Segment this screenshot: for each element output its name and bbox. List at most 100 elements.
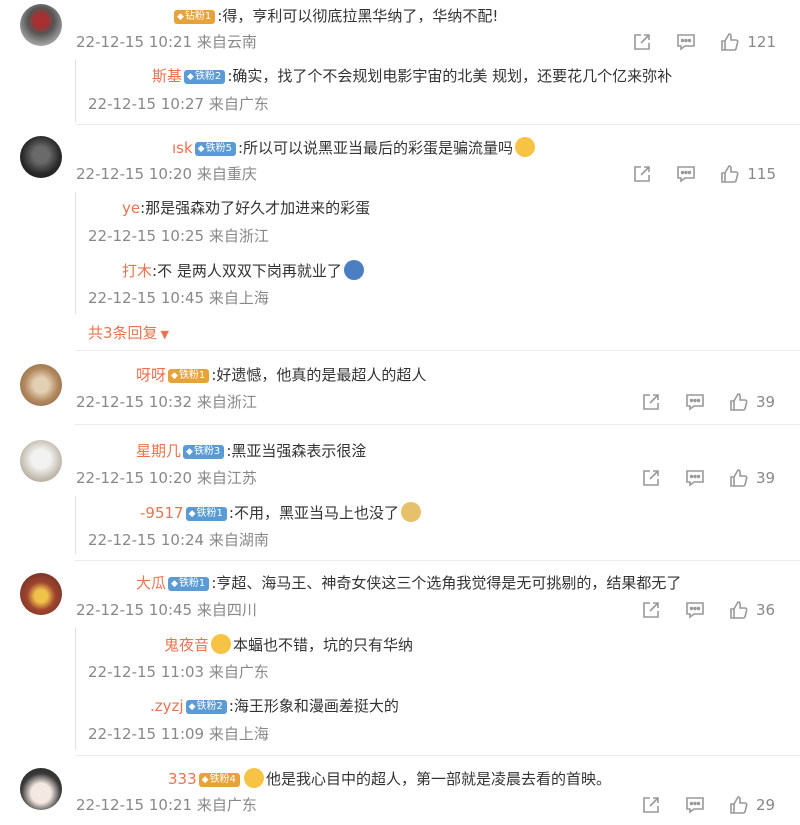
like-count: 115 [747, 165, 776, 183]
comment-author[interactable]: 大瓜 [136, 574, 166, 592]
reply-thread: -9517 ◆铁粉1:不用，黑亚当马上也没了 22-12-15 10:24 来自湖… [75, 496, 800, 554]
reply-meta: 22-12-15 10:27 来自广东 [88, 95, 269, 113]
reply-author[interactable]: 鬼夜音 [164, 636, 209, 654]
reply-text: :海王形象和漫画差挺大的 [228, 697, 399, 715]
fan-badge[interactable]: ◆铁粉1 [168, 369, 210, 383]
reply: .zyzj ◆铁粉2:海王形象和漫画差挺大的 [150, 696, 399, 716]
reply-meta: 22-12-15 10:45 来自上海 [88, 289, 269, 307]
comment-icon[interactable] [684, 599, 706, 621]
diamond-icon: ◆ [171, 371, 178, 381]
comment-meta: 22-12-15 10:20 来自重庆 [76, 165, 257, 183]
comment-text: 他是我心目中的超人，第一部就是凌晨去看的首映。 [265, 770, 611, 788]
share-icon[interactable] [640, 599, 662, 621]
reply-text: 本蝠也不错，坑的只有华纳 [233, 636, 414, 654]
fan-badge[interactable]: ◆铁粉1 [168, 577, 210, 591]
comment-meta: 22-12-15 10:21 来自云南 [76, 33, 257, 51]
fan-badge[interactable]: ◆铁粉3 [183, 445, 225, 459]
reply-text: :那是强森劝了好久才加进来的彩蛋 [140, 199, 371, 217]
diamond-icon: ◆ [187, 72, 194, 82]
like-count: 36 [756, 601, 776, 619]
reply: -9517 ◆铁粉1:不用，黑亚当马上也没了 [140, 502, 421, 523]
reply-author[interactable]: -9517 [140, 504, 184, 522]
comment-author[interactable]: 星期几 [136, 442, 181, 460]
reply: 打木:不 是两人双双下岗再就业了 [122, 260, 364, 281]
reply-meta: 22-12-15 11:03 来自广东 [88, 663, 269, 681]
comment-icon[interactable] [684, 467, 706, 489]
like-icon[interactable] [728, 391, 750, 413]
reply-thread: 斯基 ◆铁粉2:确实，找了个不会规划电影宇宙的北美 规划，还要花几个亿来弥补 22… [75, 60, 800, 122]
diamond-icon: ◆ [197, 144, 205, 154]
reply-thread: ye:那是强森劝了好久才加进来的彩蛋 22-12-15 10:25 来自浙江 打… [75, 192, 800, 314]
reply-text: :确实，找了个不会规划电影宇宙的北美 规划，还要花几个亿来弥补 [227, 67, 673, 85]
fan-badge[interactable]: ◆钻粉1 [174, 10, 216, 24]
comment-meta: 22-12-15 10:45 来自四川 [76, 601, 257, 619]
dog-face-emoji-icon [400, 502, 421, 522]
comment-meta: 22-12-15 10:21 来自广东 [76, 796, 257, 814]
fan-badge[interactable]: ◆铁粉2 [184, 70, 226, 84]
emoji-icon [343, 260, 364, 280]
avatar[interactable] [20, 573, 62, 615]
comment-author[interactable]: 333 [168, 770, 197, 788]
reply-author[interactable]: ye [122, 199, 140, 217]
comment-icon[interactable] [684, 391, 706, 413]
reply: 斯基 ◆铁粉2:确实，找了个不会规划电影宇宙的北美 规划，还要花几个亿来弥补 [152, 66, 672, 86]
comment-icon[interactable] [675, 31, 697, 53]
like-icon[interactable] [728, 794, 750, 816]
fan-badge[interactable]: ◆铁粉4 [198, 773, 240, 787]
like-icon[interactable] [728, 599, 750, 621]
comment-meta: 22-12-15 10:20 来自江苏 [76, 469, 257, 487]
fan-badge[interactable]: ◆铁粉1 [185, 507, 227, 521]
reply-author[interactable]: 斯基 [152, 67, 182, 85]
reply-thread: 鬼夜音 本蝠也不错，坑的只有华纳 22-12-15 11:03 来自广东 .zyz… [75, 628, 800, 750]
avatar[interactable] [20, 136, 62, 178]
like-icon[interactable] [719, 163, 741, 185]
reply-text: :不用，黑亚当马上也没了 [228, 504, 399, 522]
divider [75, 350, 800, 351]
avatar[interactable] [20, 768, 62, 810]
comment-author[interactable]: ısk [172, 139, 193, 157]
comment-author[interactable]: 呀呀 [136, 366, 166, 384]
reply-author[interactable]: .zyzj [150, 697, 184, 715]
comment-text: :亨超、海马王、神奇女侠这三个选角我觉得是无可挑剔的，结果都无了 [211, 574, 682, 592]
like-icon[interactable] [719, 31, 741, 53]
avatar[interactable] [20, 4, 62, 46]
divider [75, 124, 800, 125]
smile-emoji-icon [211, 634, 232, 654]
smile-emoji-icon [243, 768, 264, 788]
comment-icon[interactable] [675, 163, 697, 185]
reply-text: :不 是两人双双下岗再就业了 [152, 262, 342, 280]
diamond-icon: ◆ [188, 702, 196, 712]
fan-badge[interactable]: ◆铁粉2 [185, 700, 227, 714]
like-count: 121 [747, 33, 776, 51]
avatar[interactable] [20, 364, 62, 406]
like-count: 39 [756, 469, 776, 487]
reply: 鬼夜音 本蝠也不错，坑的只有华纳 [164, 634, 413, 655]
reply-meta: 22-12-15 10:25 来自浙江 [88, 227, 269, 245]
caret-down-icon: ▼ [160, 328, 170, 341]
view-more-replies-link[interactable]: 共3条回复 ▼ [88, 323, 169, 345]
fan-badge[interactable]: ◆铁粉5 [194, 142, 236, 156]
avatar[interactable] [20, 440, 62, 482]
comment-icon[interactable] [684, 794, 706, 816]
share-icon[interactable] [640, 794, 662, 816]
share-icon[interactable] [640, 391, 662, 413]
diamond-icon: ◆ [171, 579, 178, 589]
share-icon[interactable] [631, 163, 653, 185]
share-icon[interactable] [640, 467, 662, 489]
diamond-icon: ◆ [188, 509, 196, 519]
divider [75, 424, 800, 425]
reply-meta: 22-12-15 11:09 来自上海 [88, 725, 269, 743]
comment-text: :黑亚当强森表示很淦 [226, 442, 367, 460]
comment-text: :好遗憾，他真的是最超人的超人 [211, 366, 427, 384]
diamond-icon: ◆ [201, 775, 209, 785]
reply: ye:那是强森劝了好久才加进来的彩蛋 [122, 198, 370, 218]
like-icon[interactable] [728, 467, 750, 489]
comment-meta: 22-12-15 10:32 来自浙江 [76, 393, 257, 411]
like-count: 29 [756, 796, 776, 814]
diamond-icon: ◆ [177, 12, 184, 22]
reply-author[interactable]: 打木 [122, 262, 152, 280]
shy-face-emoji-icon [515, 137, 536, 157]
divider [75, 755, 800, 756]
share-icon[interactable] [631, 31, 653, 53]
like-count: 39 [756, 393, 776, 411]
